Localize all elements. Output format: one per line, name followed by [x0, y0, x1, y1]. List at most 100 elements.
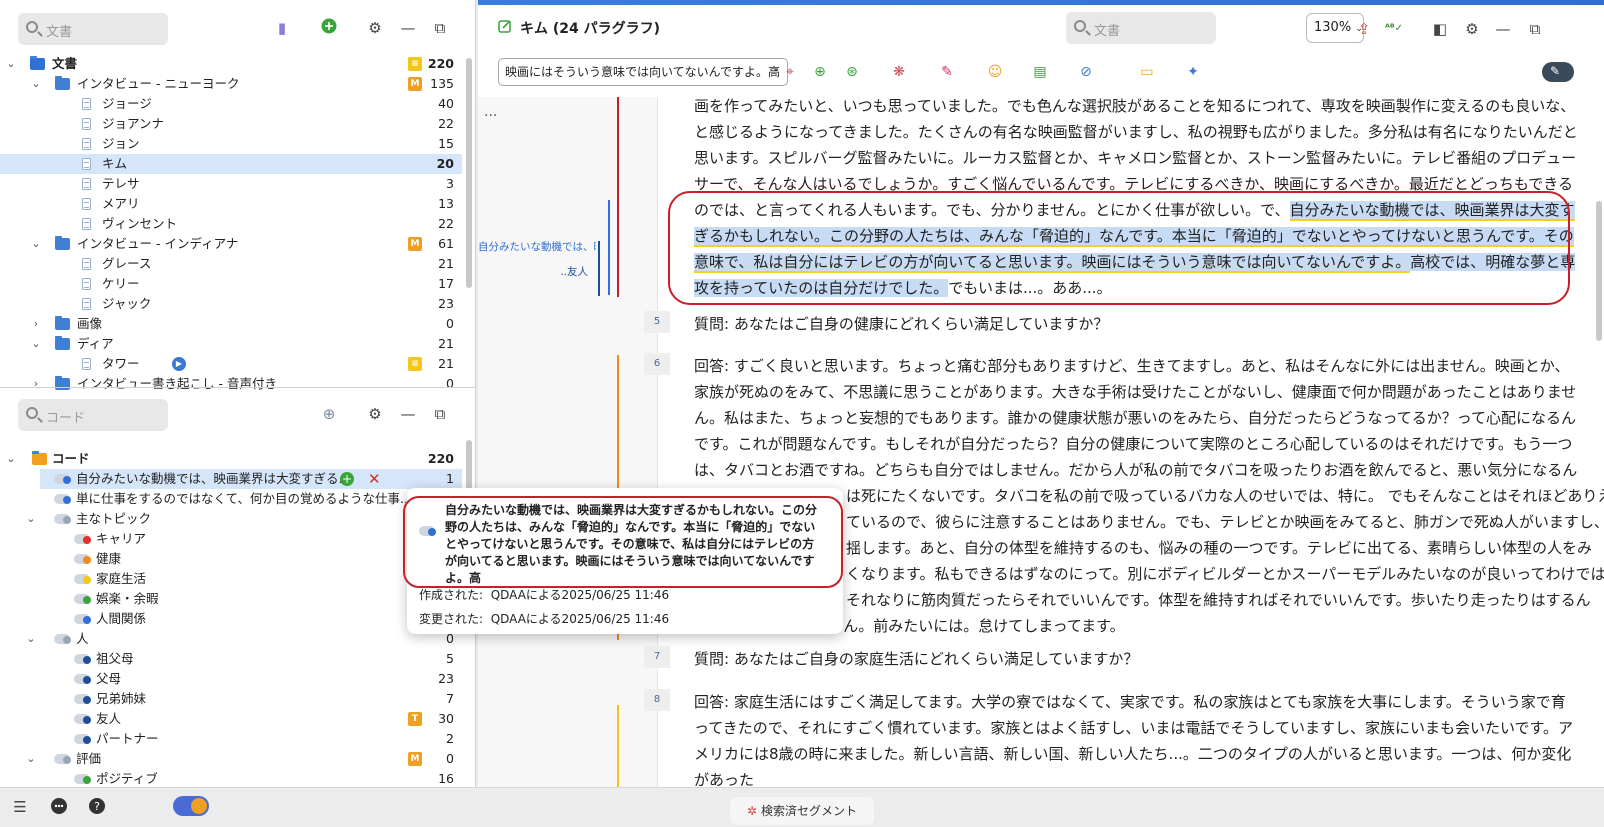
chevron-right-icon[interactable]: › [29, 314, 43, 334]
gear-icon[interactable]: ⚙ [365, 404, 385, 424]
chat-icon[interactable] [49, 797, 69, 817]
paragraph-number[interactable]: 8 [644, 689, 670, 711]
paragraph-number[interactable]: 6 [644, 353, 670, 375]
chevron-down-icon[interactable]: ⌄ [29, 74, 43, 94]
minimize-icon[interactable]: — [1493, 19, 1513, 39]
chevron-down-icon[interactable]: ⌄ [4, 54, 18, 74]
chevron-down-icon[interactable]: ⌄ [4, 449, 18, 469]
new-memo-icon[interactable]: ▤ [1031, 63, 1049, 81]
expand-window-icon[interactable]: ⧉ [430, 404, 450, 424]
code-tree-item[interactable]: 父母 23 [0, 669, 462, 689]
edit-mode-toggle[interactable]: ✎ [1542, 62, 1574, 82]
document-tree-item[interactable]: ヴィンセント 22 [0, 214, 462, 234]
code-tree-item[interactable]: 家庭生活 [0, 569, 462, 589]
add-icon[interactable]: + [340, 472, 354, 486]
code-tree-item[interactable]: 娯楽・余暇 [0, 589, 462, 609]
link-icon[interactable]: ⊘ [1077, 63, 1095, 81]
minimize-icon[interactable]: — [398, 404, 418, 424]
sliders-icon[interactable]: ☰ [10, 797, 30, 817]
document-tree-item[interactable]: タワー ▶ ≡ 21 [0, 354, 462, 374]
edit-icon[interactable] [498, 19, 512, 33]
document-tree-item[interactable]: グレース 21 [0, 254, 462, 274]
close-icon[interactable]: ✕ [368, 469, 381, 489]
code-stripe[interactable] [598, 241, 600, 296]
expand-window-icon[interactable]: ⧉ [1525, 19, 1545, 39]
retrieved-segments-button[interactable]: ✲ 検索済セグメント [730, 797, 874, 825]
code-stripe[interactable] [617, 97, 619, 297]
document-tree-item[interactable]: キム 20 [0, 154, 462, 174]
code-tree-item[interactable]: 健康 [0, 549, 462, 569]
document-search-input[interactable]: 文書 [18, 13, 168, 45]
code-stripe-label[interactable]: ..友人 [538, 264, 588, 279]
code-tree-item[interactable]: 人間関係 [0, 609, 462, 629]
code-stripe[interactable] [617, 705, 619, 787]
code-tree-item[interactable]: ポジティブ 16 [0, 769, 462, 789]
ai-assist-icon[interactable]: ✦ [1184, 63, 1202, 81]
play-icon[interactable]: ▶ [172, 357, 186, 371]
document-tree-item[interactable]: ⌄ 文書 ≡ 220 [0, 54, 462, 74]
document-tree-item[interactable]: メアリ 13 [0, 194, 462, 214]
code-tree-item[interactable]: 友人 T 30 [0, 709, 462, 729]
document-tree-scrollbar[interactable] [466, 58, 472, 288]
code-tree-item[interactable]: ⌄ 人 0 [0, 629, 462, 649]
code-search-input[interactable]: コード [18, 399, 168, 431]
document-tree-item[interactable]: ⌄ インタビュー - ニューヨーク M 135 [0, 74, 462, 94]
code-tree-item[interactable]: ⌄ 評価 M 0 [0, 749, 462, 769]
document-tree-item[interactable]: ⌄ ディア 21 [0, 334, 462, 354]
code-pin-icon[interactable]: ⌖ [781, 63, 799, 81]
add-document-button[interactable] [319, 18, 339, 38]
chevron-right-icon[interactable]: › [29, 374, 43, 394]
paragraph-8[interactable]: 回答: 家庭生活にはすごく満足してます。大学の寮ではなくて、実家です。私の家族は… [694, 689, 1578, 787]
chevron-down-icon[interactable]: ⌄ [29, 234, 43, 254]
highlighter-icon[interactable]: ✎ [938, 63, 956, 81]
gear-icon[interactable]: ⚙ [1462, 19, 1482, 39]
document-tree-item[interactable]: › 画像 0 [0, 314, 462, 334]
paragraph-number[interactable]: 5 [644, 311, 670, 333]
code-tree-item[interactable]: ⌄ コード 220 [0, 449, 462, 469]
document-tree-item[interactable]: ⌄ インタビュー - インディアナ M 61 [0, 234, 462, 254]
code-tree-item[interactable]: パートナー 2 [0, 729, 462, 749]
document-tree-item[interactable]: ジョン 15 [0, 134, 462, 154]
document-tree-item[interactable]: ケリー 17 [0, 274, 462, 294]
gutter-options-icon[interactable]: ... [484, 104, 497, 120]
documents-icon[interactable]: ▮ [272, 18, 292, 38]
document-tree-item[interactable]: ジョアンナ 22 [0, 114, 462, 134]
paragraph-5[interactable]: 質問: あなたはご自身の健康にどれくらい満足していますか？ [694, 311, 1578, 337]
paragraph-7[interactable]: 質問: あなたはご自身の家庭生活にどれくらい満足していますか？ [694, 646, 1578, 672]
help-icon[interactable]: ? [87, 797, 107, 817]
code-stripe[interactable] [608, 200, 610, 295]
code-tree-item[interactable]: 単に仕事をするのではなくて、何か目の覚めるような仕事... [0, 489, 462, 509]
code-tree-item[interactable]: 自分みたいな動機では、映画業界は大変すぎる... + ✕ 1 [40, 469, 462, 489]
minimize-icon[interactable]: — [398, 18, 418, 38]
chevron-down-icon[interactable]: ⌄ [24, 509, 38, 529]
expand-window-icon[interactable]: ⧉ [430, 18, 450, 38]
gear-icon[interactable]: ⚙ [365, 18, 385, 38]
smiley-icon[interactable]: ☺ [986, 63, 1004, 81]
chevron-down-icon[interactable]: ⌄ [24, 629, 38, 649]
document-text-search[interactable]: 文書 [1066, 12, 1216, 44]
document-tree-item[interactable]: テレサ 3 [0, 174, 462, 194]
add-code-icon[interactable]: ⊕ [319, 404, 339, 424]
sidebar-toggle-icon[interactable]: ◧ [1430, 19, 1450, 39]
spellcheck-icon[interactable]: ᴬᴮ✓ [1384, 19, 1404, 39]
code-tree-item[interactable]: キャリア [0, 529, 462, 549]
document-tree-item[interactable]: ジャック 23 [0, 294, 462, 314]
segment-select[interactable]: 映画にはそういう意味では向いてないんですよ。高 [498, 58, 788, 86]
code-tree-item[interactable]: 祖父母 5 [0, 649, 462, 669]
chevron-down-icon[interactable]: ⌄ [29, 334, 43, 354]
code-tree-item[interactable]: ⌄ 主なトピック [0, 509, 462, 529]
add-code-icon[interactable]: ⊕ [811, 63, 829, 81]
document-tree-item[interactable]: › インタビュー書き起こし - 音声付き 0 [0, 374, 462, 394]
emoticode-icon[interactable]: ❋ [890, 63, 908, 81]
document-tree-item[interactable]: ジョージ 40 [0, 94, 462, 114]
chevron-down-icon[interactable]: ⌄ [24, 749, 38, 769]
mode-toggle[interactable] [173, 796, 209, 816]
paragraph-number[interactable]: 7 [644, 646, 670, 668]
export-icon[interactable]: ⇪ [1354, 19, 1374, 39]
code-tree-item[interactable]: 兄弟姉妹 7 [0, 689, 462, 709]
add-code-icon-2[interactable]: ⊛ [843, 63, 861, 81]
pane-divider[interactable] [0, 387, 476, 388]
code-stripe-label[interactable]: 自分みたいな動機では、映 [478, 239, 596, 254]
comment-icon[interactable]: ▭ [1138, 63, 1156, 81]
document-scrollbar[interactable] [1596, 201, 1602, 341]
